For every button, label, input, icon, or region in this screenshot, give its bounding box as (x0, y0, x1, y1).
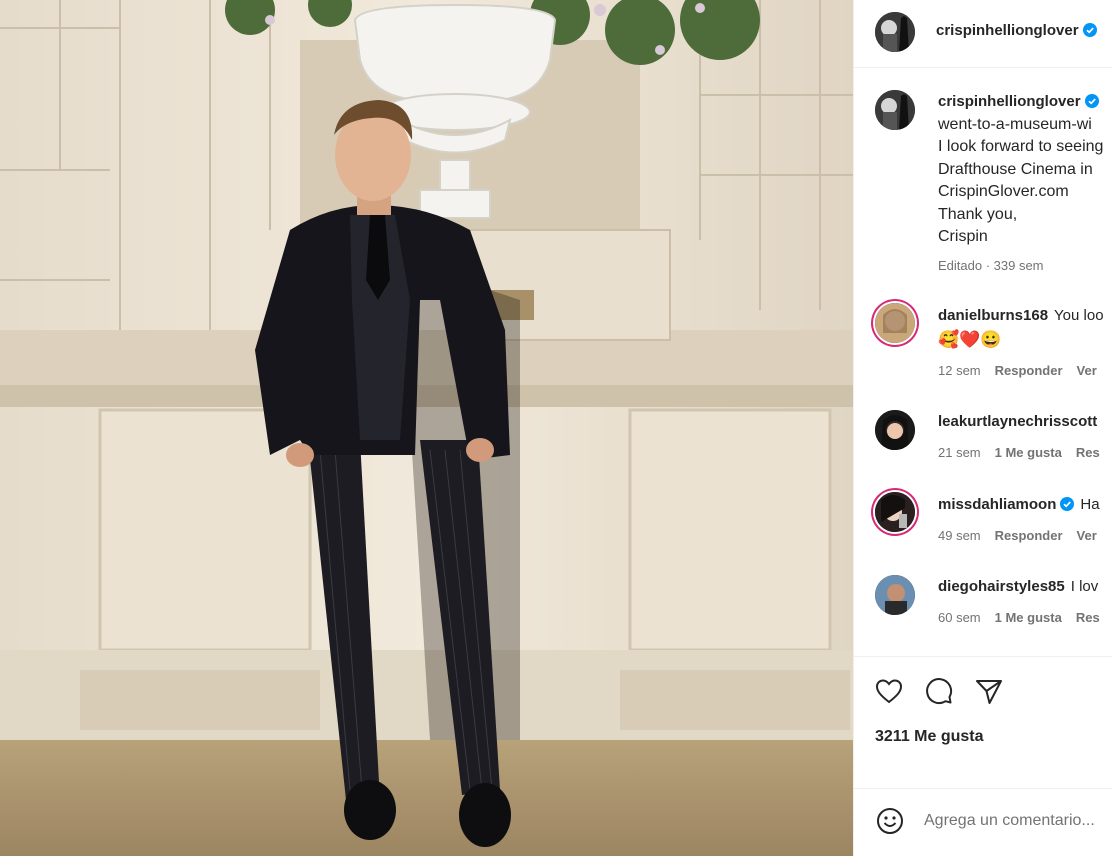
actions-divider (854, 656, 1112, 657)
caption-username-text[interactable]: crispinhellionglover (938, 93, 1081, 110)
view-translation-button[interactable]: Ver (1077, 363, 1097, 378)
view-translation-button[interactable]: Ver (1077, 528, 1097, 543)
caption-line: went-to-a-museum-wi (938, 116, 1092, 133)
reply-button[interactable]: Responder (995, 528, 1063, 543)
caption-link[interactable]: CrispinGlover.com (938, 181, 1069, 204)
comment-time: 12 sem (938, 363, 981, 378)
author-username[interactable]: crispinhellionglover (936, 22, 1097, 39)
comment-likes[interactable]: 1 Me gusta (995, 445, 1062, 460)
comment-icon[interactable] (924, 676, 954, 706)
comment-row: missdahliamoon Ha (938, 496, 1100, 513)
comment-time: 60 sem (938, 610, 981, 625)
heart-icon[interactable] (874, 676, 904, 706)
caption-author-avatar[interactable] (875, 90, 915, 130)
comment-input[interactable] (924, 806, 1112, 836)
comment-meta: 12 sem Responder Ver (938, 363, 1097, 378)
comment-username[interactable]: diegohairstyles85 (938, 578, 1065, 595)
comment-row: diegohairstyles85 I lov (938, 578, 1098, 595)
caption-line: I look forward to seeing (938, 138, 1104, 155)
reply-button[interactable]: Responder (995, 363, 1063, 378)
commenter-avatar[interactable] (875, 410, 915, 450)
comment-row: leakurtlaynechrisscott (938, 413, 1097, 430)
commenter-avatar[interactable] (875, 492, 915, 532)
author-username-text[interactable]: crispinhellionglover (936, 22, 1079, 39)
caption-line: Drafthouse Cinema in (938, 161, 1093, 178)
caption-line: Thank you, (938, 206, 1018, 223)
comment-username[interactable]: leakurtlaynechrisscott (938, 413, 1097, 430)
verified-badge-icon (1082, 23, 1097, 37)
comment-text: Ha (1080, 496, 1100, 513)
likes-count[interactable]: 3211 Me gusta (875, 728, 984, 746)
comment-meta: 60 sem 1 Me gusta Res (938, 610, 1100, 625)
comment-text: You loo (1054, 307, 1104, 324)
caption-line: Crispin (938, 228, 988, 245)
comment-emoji: 🥰❤️😀 (938, 330, 1002, 349)
smile-icon[interactable] (875, 806, 905, 836)
commenter-avatar[interactable] (875, 303, 915, 343)
comment-row: danielburns168 You loo (938, 307, 1104, 324)
send-icon[interactable] (974, 676, 1004, 706)
author-avatar[interactable] (875, 12, 915, 52)
reply-button[interactable]: Res (1076, 445, 1100, 460)
caption-username[interactable]: crispinhellionglover (938, 93, 1099, 110)
post-image-illustration (0, 0, 853, 856)
reply-button[interactable]: Res (1076, 610, 1100, 625)
comment-text: I lov (1070, 578, 1099, 595)
post-side-panel: crispinhellionglover crispinhellionglove… (853, 0, 1112, 856)
caption-edited-time: Editado · 339 sem (938, 258, 1044, 273)
comment-likes[interactable]: 1 Me gusta (995, 610, 1062, 625)
comment-meta: 21 sem 1 Me gusta Res (938, 445, 1100, 460)
comment-username[interactable]: missdahliamoon (938, 496, 1056, 513)
comment-time: 49 sem (938, 528, 981, 543)
verified-badge-icon (1060, 497, 1075, 511)
post-photo[interactable] (0, 0, 853, 856)
commenter-avatar[interactable] (875, 575, 915, 615)
comment-meta: 49 sem Responder Ver (938, 528, 1097, 543)
comment-username[interactable]: danielburns168 (938, 307, 1048, 324)
comment-time: 21 sem (938, 445, 981, 460)
verified-badge-icon (1084, 94, 1099, 108)
